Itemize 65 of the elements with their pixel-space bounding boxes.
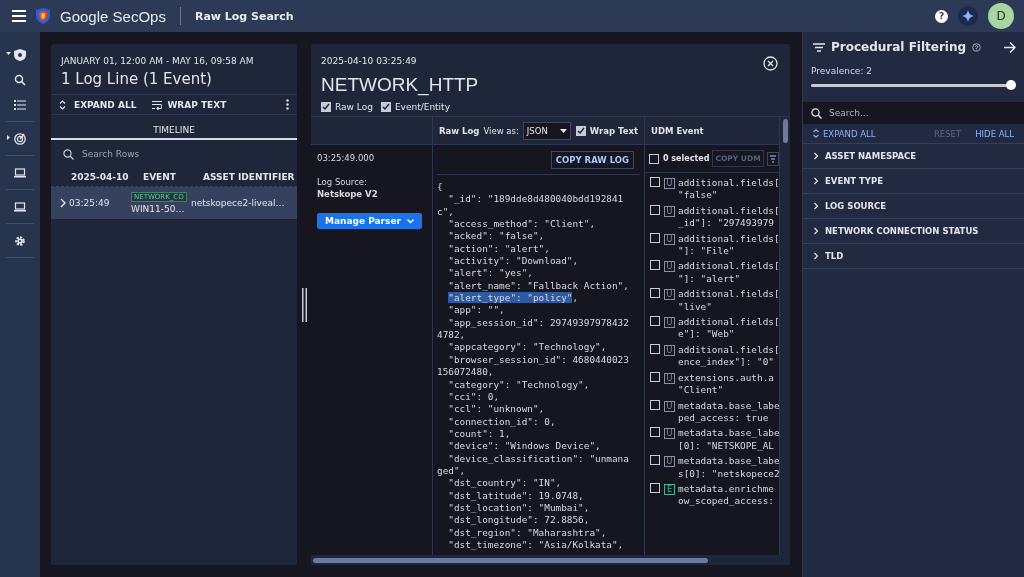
udm-field: metadata.base_labe s[0]: "netskopece2 — [678, 455, 779, 480]
event-badge: U — [664, 205, 675, 217]
udm-field: additional.fields[ "]: "File" — [678, 232, 779, 258]
user-avatar[interactable]: D — [988, 3, 1014, 29]
udm-field: additional.fields[ "live" — [678, 288, 779, 314]
search-field[interactable]: Search... — [803, 102, 1024, 124]
date-range: JANUARY 01, 12:00 AM - MAY 16, 09:58 AM — [61, 56, 255, 66]
column-header: 2025-04-10 — [71, 172, 130, 182]
hide-all-button[interactable]: HIDE ALL — [975, 128, 1014, 139]
checkbox-label: Wrap Text — [589, 125, 638, 136]
event-badge: U — [664, 456, 675, 468]
page-title: Raw Log Search — [194, 9, 294, 23]
filter-section[interactable]: TLD — [803, 244, 1024, 269]
udm-field: additional.fields[ e"]: "Web" — [678, 316, 779, 341]
event-badge: U — [664, 178, 675, 189]
event-badge: U — [664, 372, 675, 384]
log-source: Netskope V2 — [317, 189, 379, 199]
column-title: Raw Log — [439, 125, 480, 136]
udm-field: extensions.auth.a "Client" — [678, 371, 779, 397]
udm-field: additional.fields[ "]: "alert" — [678, 260, 779, 286]
event-cell: WIN11-50… — [131, 204, 185, 214]
event-badge: U — [664, 317, 675, 329]
product-name: Google SecOps — [60, 7, 166, 25]
event-badge: U — [664, 428, 675, 440]
log-time: 03:25:49.000 — [317, 153, 376, 163]
field-label: View as: — [483, 125, 519, 136]
slider-label: Prevalence: 2 — [811, 66, 873, 76]
udm-field: metadata.enrichme ow_scoped_access: — [678, 482, 779, 508]
asset-cell-text: netskopece2-liveal… — [191, 198, 286, 208]
checkbox-label: Raw Log — [335, 102, 373, 112]
manage-parser-button[interactable]: Manage Parser — [317, 213, 422, 229]
event-title: NETWORK_HTTP — [321, 74, 480, 96]
udm-field: additional.fields[ "false" — [678, 177, 779, 202]
entity-badge: E — [664, 483, 675, 495]
checkbox-label: Event/Entity — [394, 102, 450, 112]
udm-field: additional.fields[ ence_index"]: "0" — [678, 343, 779, 369]
event-badge: U — [664, 289, 675, 301]
event-timestamp: 2025-04-10 03:25:49 — [321, 56, 417, 66]
expand-all-button[interactable]: EXPAND ALL — [813, 128, 876, 139]
udm-field: metadata.base_labe [0]: "NETSKOPE_AL — [678, 427, 779, 453]
event-badge: U — [664, 400, 675, 412]
filter-section[interactable]: LOG SOURCE — [803, 194, 1024, 219]
timeline-tab[interactable]: TIMELINE — [51, 121, 297, 140]
event-badge: U — [664, 344, 675, 356]
column-header: EVENT — [143, 172, 177, 182]
view-as-dropdown[interactable]: JSON — [522, 121, 571, 140]
wrap-text-button[interactable]: WRAP TEXT — [152, 99, 227, 110]
copy-raw-log-button[interactable]: COPY RAW LOG — [550, 151, 634, 169]
column-title: UDM Event — [651, 125, 704, 136]
udm-field: metadata.base_labe ped_access: true — [678, 399, 779, 425]
log-source-label: Log Source: — [317, 177, 368, 187]
search-field[interactable]: Search Rows — [80, 148, 260, 160]
event-badge: U — [664, 233, 675, 245]
panel-title: Procedural Filtering — [831, 40, 967, 54]
filter-section[interactable]: EVENT TYPE — [803, 169, 1024, 194]
column-header: ASSET IDENTIFIER — [203, 172, 296, 182]
time-cell-text: 03:25:49 — [69, 198, 111, 208]
event-badge: U — [664, 261, 675, 273]
help-icon[interactable]: ? — [935, 9, 948, 23]
filter-section[interactable]: NETWORK CONNECTION STATUS — [803, 219, 1024, 244]
filter-section[interactable]: ASSET NAMESPACE — [803, 144, 1024, 169]
raw-log-code: { "_id": "189dde8d480040bdd192841 c", "access_method": "Client", "acked": "false", "action": "alert", "activity": "Download", "alert": "yes", "alert_name": "Fallback Action", "alert_type": "policy", "app": "", "app_session_id": 29749397978432 4782, "appcategory": "Technology", "browser_session_id": 4680440023 156072480, "category": "Technology", "cci": 0, "ccl": "unknown", "connection_id": 0, "count": 1, "device": "Windows Device", "device_classification": "unmana ged", "dst_country": "IN", "dst_latitude": 19.0748, "dst_location": "Mumbai", "dst_longitude": 72.8856, "dst_region": "Maharashtra", "dst_timezone": "Asia/Kolkata", — [436, 180, 630, 552]
expand-all-button[interactable]: EXPAND ALL — [59, 99, 137, 110]
selection-count: 0 selected — [663, 154, 710, 163]
results-title: 1 Log Line (1 Event) — [61, 70, 213, 88]
